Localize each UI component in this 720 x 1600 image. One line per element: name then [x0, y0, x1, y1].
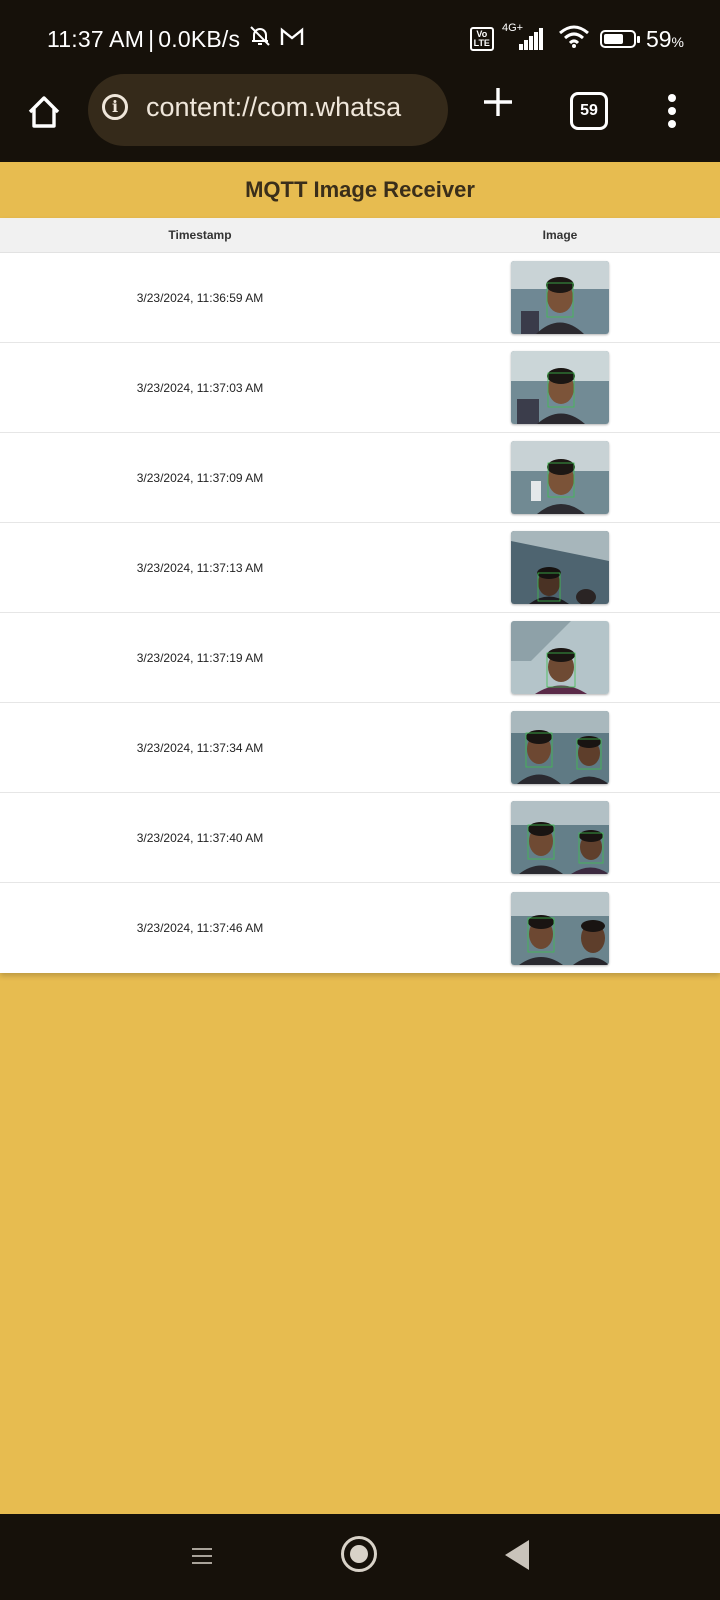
info-icon[interactable]: i: [102, 94, 128, 120]
timestamp-cell: 3/23/2024, 11:37:03 AM: [136, 380, 264, 395]
home-icon: [28, 96, 60, 128]
image-table: Timestamp Image 3/23/2024, 11:36:59 AM 3…: [0, 218, 720, 973]
tabs-button[interactable]: 59: [570, 92, 608, 130]
table-row: 3/23/2024, 11:37:46 AM: [0, 883, 720, 973]
table-row: 3/23/2024, 11:37:03 AM: [0, 343, 720, 433]
volte-icon: Vo LTE: [469, 27, 494, 51]
new-tab-button[interactable]: [478, 84, 518, 124]
camera-image[interactable]: [511, 261, 609, 334]
timestamp-cell: 3/23/2024, 11:36:59 AM: [136, 290, 264, 305]
image-cell: [400, 351, 720, 424]
timestamp-cell: 3/23/2024, 11:37:34 AM: [136, 740, 264, 755]
browser-toolbar: i content://com.whatsa 59: [0, 74, 720, 162]
status-bar: 11:37 AM | 0.0KB/s Vo LTE 4G+ 59%: [0, 0, 720, 78]
table-row: 3/23/2024, 11:37:19 AM: [0, 613, 720, 703]
network-speed: 0.0KB/s: [158, 25, 241, 52]
gmail-icon: [280, 26, 304, 53]
page-title: MQTT Image Receiver: [245, 177, 475, 202]
table-row: 3/23/2024, 11:37:40 AM: [0, 793, 720, 883]
camera-image[interactable]: [511, 891, 609, 965]
status-left: 11:37 AM | 0.0KB/s: [47, 24, 304, 54]
image-cell: [400, 261, 720, 334]
image-cell: [400, 621, 720, 694]
page-header: MQTT Image Receiver: [0, 162, 720, 218]
recents-icon[interactable]: [192, 1548, 212, 1566]
tab-count: 59: [580, 102, 598, 119]
timestamp-cell: 3/23/2024, 11:37:40 AM: [136, 830, 264, 845]
status-right: Vo LTE 4G+ 59%: [469, 22, 684, 54]
camera-image[interactable]: [511, 351, 609, 424]
more-vert-icon[interactable]: [667, 94, 677, 128]
battery-percent: 59%: [646, 26, 684, 53]
battery-icon: [599, 30, 640, 48]
column-header-image: Image: [542, 228, 578, 242]
battery-value: 59: [645, 25, 672, 52]
camera-image[interactable]: [511, 711, 609, 784]
image-cell: [400, 801, 720, 874]
home-circle-icon[interactable]: [341, 1536, 377, 1572]
image-cell: [400, 891, 720, 965]
timestamp-cell: 3/23/2024, 11:37:13 AM: [136, 560, 264, 575]
plus-icon: [484, 88, 512, 116]
timestamp-cell: 3/23/2024, 11:37:46 AM: [136, 921, 264, 935]
url-bar[interactable]: i content://com.whatsa: [88, 74, 448, 146]
clock: 11:37 AM: [47, 25, 145, 52]
url-text[interactable]: content://com.whatsa: [146, 92, 436, 123]
image-cell: [400, 711, 720, 784]
status-separator: |: [148, 25, 155, 52]
bell-off-icon: [248, 24, 272, 54]
camera-image[interactable]: [511, 801, 609, 874]
navigation-bar: [0, 1514, 720, 1600]
timestamp-cell: 3/23/2024, 11:37:09 AM: [136, 470, 264, 485]
image-cell: [400, 531, 720, 604]
home-button[interactable]: [24, 92, 68, 136]
table-row: 3/23/2024, 11:37:09 AM: [0, 433, 720, 523]
camera-image[interactable]: [511, 621, 609, 694]
camera-image[interactable]: [511, 531, 609, 604]
back-icon[interactable]: [505, 1540, 529, 1570]
table-row: 3/23/2024, 11:37:13 AM: [0, 523, 720, 613]
table-header: Timestamp Image: [0, 218, 720, 253]
table-row: 3/23/2024, 11:37:34 AM: [0, 703, 720, 793]
signal-icon: 4G+: [502, 22, 548, 50]
wifi-icon: [558, 24, 590, 54]
timestamp-cell: 3/23/2024, 11:37:19 AM: [136, 650, 264, 665]
column-header-timestamp: Timestamp: [168, 228, 232, 242]
image-cell: [400, 441, 720, 514]
table-row: 3/23/2024, 11:36:59 AM: [0, 253, 720, 343]
battery-unit: %: [671, 33, 684, 50]
camera-image[interactable]: [511, 441, 609, 514]
